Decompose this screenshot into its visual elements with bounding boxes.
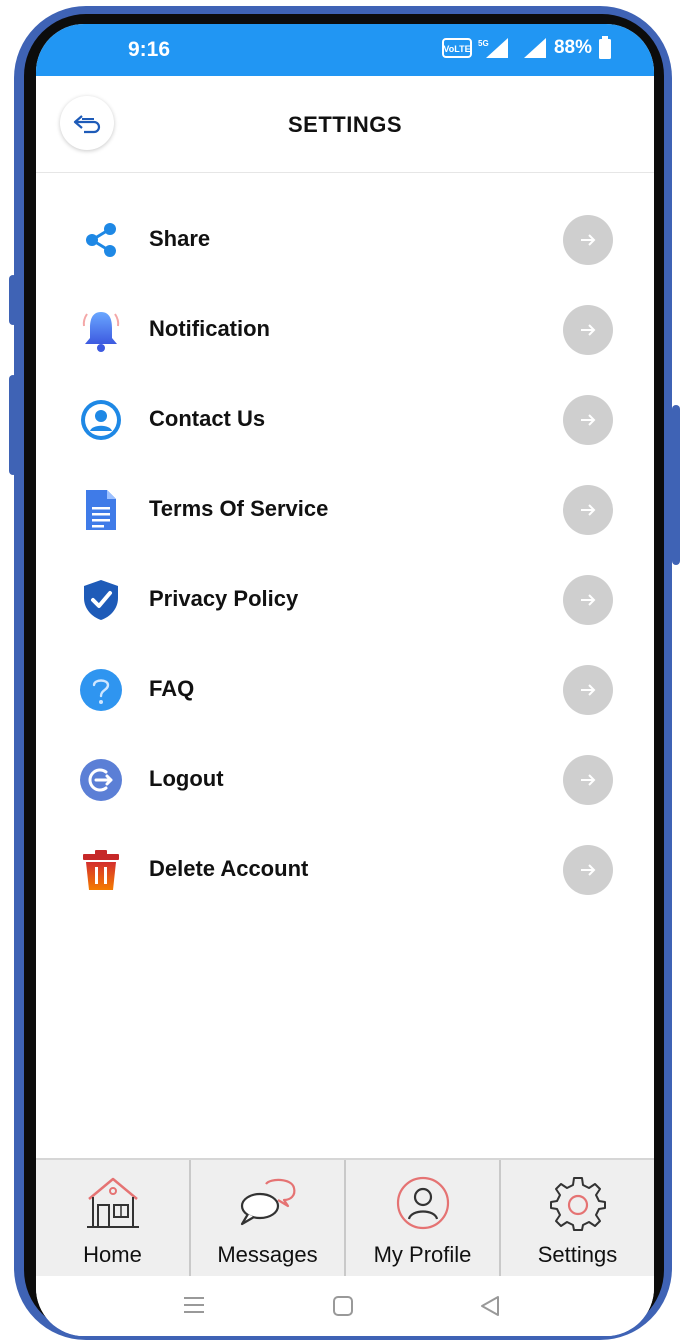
menu-item-label: FAQ xyxy=(149,676,195,701)
status-icons: VoLTE 5G 88% xyxy=(441,36,612,60)
menu-item-label: Share xyxy=(149,226,211,251)
bell-icon xyxy=(78,307,124,353)
menu-item-privacy-policy[interactable]: Privacy Policy xyxy=(36,554,654,644)
logout-icon xyxy=(78,757,124,803)
document-icon xyxy=(78,487,124,533)
arrow-right-icon xyxy=(581,684,596,696)
arrow-right-icon xyxy=(581,774,596,786)
signal-5g-icon: 5G xyxy=(478,38,508,58)
arrow-right-button[interactable] xyxy=(563,755,613,805)
bottom-nav: Home Messages My Profile Settings xyxy=(36,1158,654,1278)
arrow-right-button[interactable] xyxy=(563,485,613,535)
arrow-right-button[interactable] xyxy=(563,395,613,445)
menu-item-label: Privacy Policy xyxy=(149,586,299,611)
shield-check-icon xyxy=(78,577,124,623)
nav-item-messages[interactable]: Messages xyxy=(191,1160,346,1278)
menu-item-label: Notification xyxy=(149,316,270,341)
nav-label: Messages xyxy=(217,1242,318,1267)
nav-item-settings[interactable]: Settings xyxy=(501,1160,654,1278)
settings-menu: Share Notification Contact Us Terms Of S… xyxy=(36,194,654,914)
svg-text:VoLTE: VoLTE xyxy=(443,44,470,54)
menu-item-logout[interactable]: Logout xyxy=(36,734,654,824)
menu-item-contact-us[interactable]: Contact Us xyxy=(36,374,654,464)
menu-item-label: Logout xyxy=(149,766,224,791)
arrow-right-icon xyxy=(581,414,596,426)
share-icon xyxy=(78,217,124,263)
nav-label: Settings xyxy=(537,1242,618,1267)
recent-apps-button[interactable] xyxy=(182,1294,206,1316)
arrow-right-button[interactable] xyxy=(563,215,613,265)
menu-item-faq[interactable]: FAQ xyxy=(36,644,654,734)
status-time: 9:16 xyxy=(128,38,171,61)
volte-icon: VoLTE xyxy=(441,38,472,58)
system-nav-bar xyxy=(36,1276,654,1336)
battery-icon xyxy=(599,36,611,59)
profile-icon xyxy=(395,1174,451,1232)
arrow-right-button[interactable] xyxy=(563,845,613,895)
phone-screen: 9:16 VoLTE 5G 88% SETTINGS Share Notific… xyxy=(36,24,654,1336)
arrow-right-button[interactable] xyxy=(563,575,613,625)
nav-label: My Profile xyxy=(373,1242,472,1267)
arrow-right-button[interactable] xyxy=(563,305,613,355)
home-system-button[interactable] xyxy=(331,1294,355,1318)
nav-item-my-profile[interactable]: My Profile xyxy=(346,1160,501,1278)
menu-item-label: Contact Us xyxy=(149,406,266,431)
power-button xyxy=(672,405,680,565)
nav-label: Home xyxy=(83,1242,142,1267)
arrow-right-button[interactable] xyxy=(563,665,613,715)
menu-item-notification[interactable]: Notification xyxy=(36,284,654,374)
triangle-back-icon xyxy=(481,1296,499,1316)
back-system-button[interactable] xyxy=(479,1294,501,1318)
page-title: SETTINGS xyxy=(287,112,402,137)
gear-icon xyxy=(549,1174,607,1232)
contact-person-icon xyxy=(78,397,124,443)
arrow-right-icon xyxy=(581,324,596,336)
chat-bubbles-icon xyxy=(236,1174,300,1232)
menu-lines-icon xyxy=(184,1297,204,1313)
arrow-right-icon xyxy=(581,864,596,876)
arrow-right-icon xyxy=(581,234,596,246)
status-bar: 9:16 VoLTE 5G 88% xyxy=(36,24,654,76)
arrow-right-icon xyxy=(581,594,596,606)
battery-percent: 88% xyxy=(553,37,592,58)
question-icon xyxy=(78,667,124,713)
menu-item-label: Terms Of Service xyxy=(149,496,329,521)
menu-item-delete-account[interactable]: Delete Account xyxy=(36,824,654,914)
arrow-right-icon xyxy=(581,504,596,516)
svg-text:5G: 5G xyxy=(478,39,489,48)
menu-item-share[interactable]: Share xyxy=(36,194,654,284)
menu-item-terms-of-service[interactable]: Terms Of Service xyxy=(36,464,654,554)
header: SETTINGS xyxy=(36,76,654,173)
nav-item-home[interactable]: Home xyxy=(36,1160,191,1278)
menu-item-label: Delete Account xyxy=(149,856,309,881)
square-icon xyxy=(333,1296,353,1316)
signal-bars-icon xyxy=(523,38,546,58)
house-icon xyxy=(83,1174,143,1232)
trash-icon xyxy=(78,847,124,893)
